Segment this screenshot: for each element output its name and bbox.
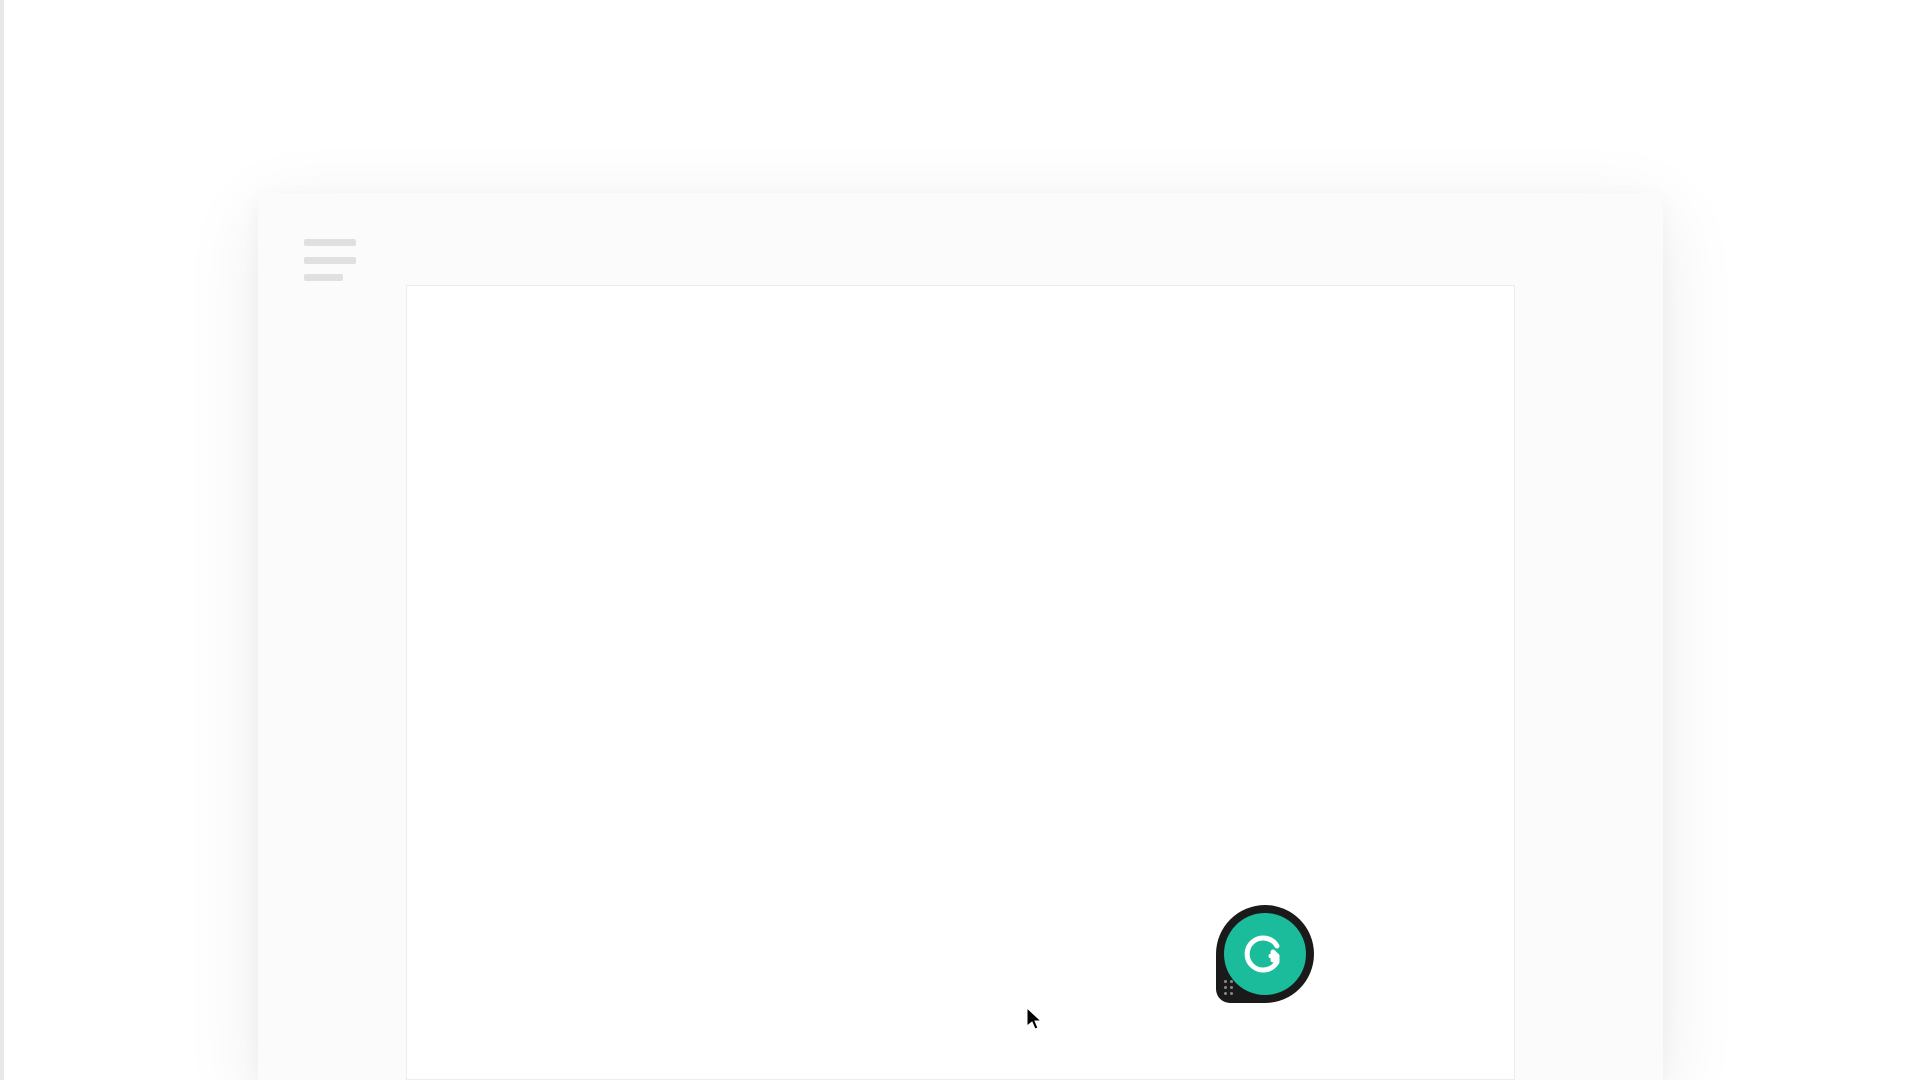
grammarly-g-icon: [1241, 930, 1289, 978]
document-editor[interactable]: [406, 285, 1515, 1080]
hamburger-menu-icon: [304, 239, 356, 246]
hamburger-menu-icon: [304, 274, 343, 281]
menu-button[interactable]: [304, 239, 356, 281]
drag-handle-icon[interactable]: [1224, 980, 1233, 995]
app-window: [258, 193, 1663, 1080]
hamburger-menu-icon: [304, 257, 356, 264]
grammarly-widget[interactable]: [1216, 905, 1314, 1003]
window-left-edge: [0, 0, 4, 1080]
widget-circle: [1224, 913, 1306, 995]
